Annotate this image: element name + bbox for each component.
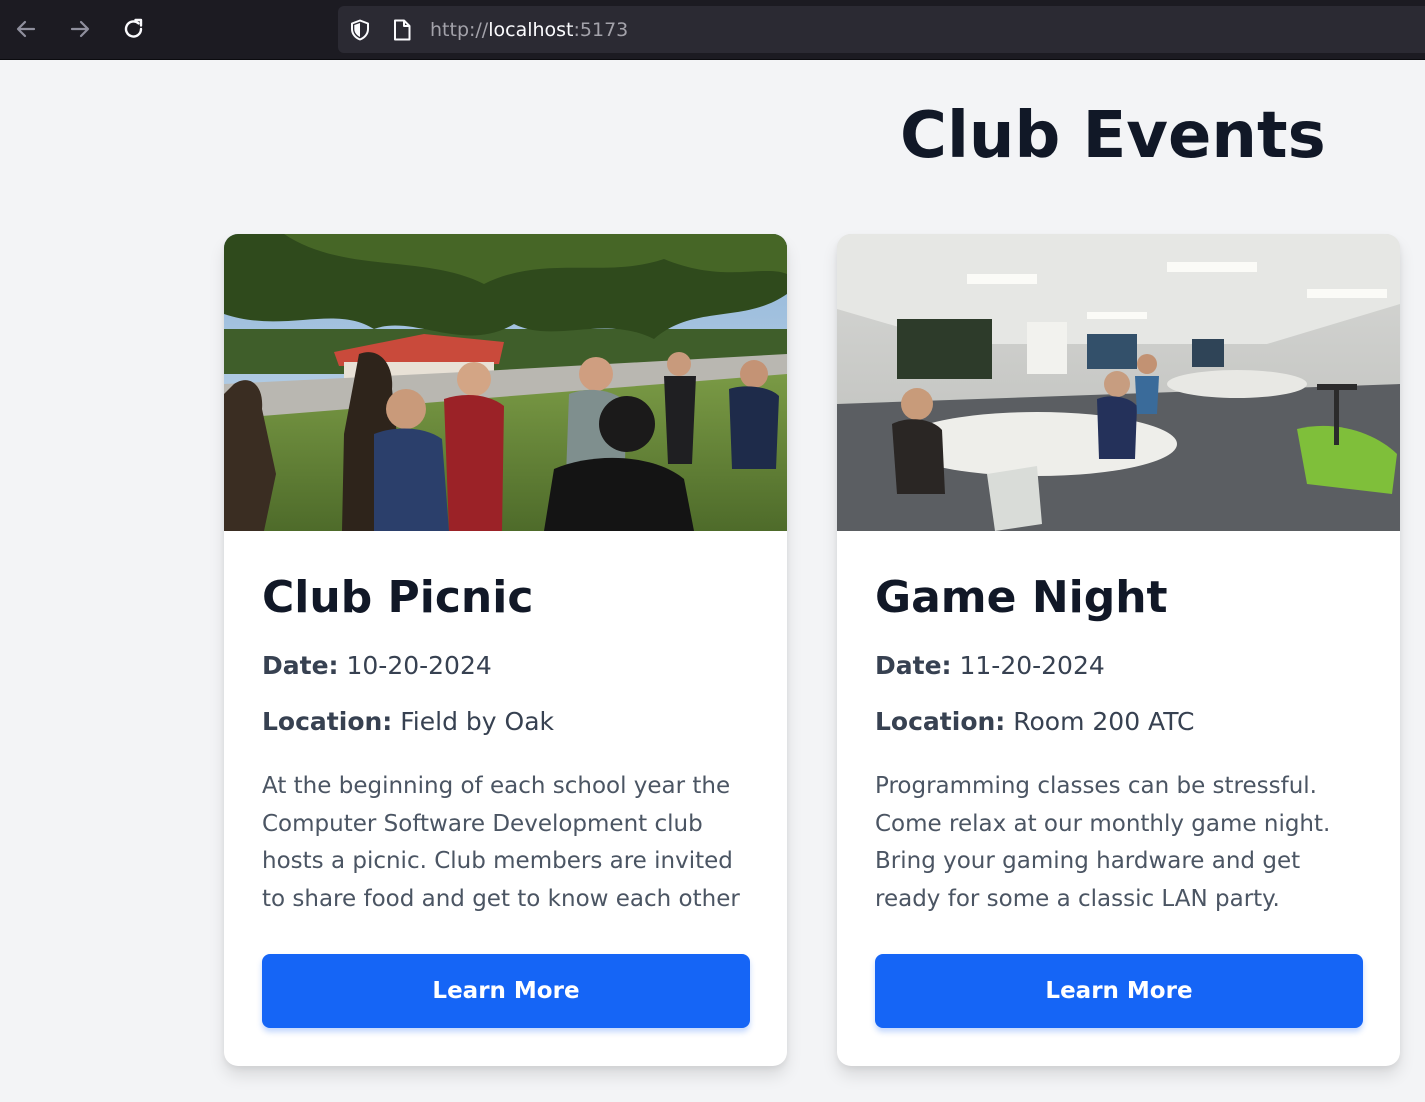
reload-icon[interactable] xyxy=(118,12,150,46)
date-value: 10-20-2024 xyxy=(346,651,492,680)
event-card: Club Picnic Date: 10-20-2024 Location: F… xyxy=(224,234,787,1066)
event-date: Date: 11-20-2024 xyxy=(875,649,1105,683)
date-label: Date: xyxy=(262,651,339,680)
forward-arrow-icon[interactable] xyxy=(64,12,96,46)
event-title: Game Night xyxy=(875,572,1168,623)
learn-more-button[interactable]: Learn More xyxy=(875,954,1363,1028)
browser-toolbar: http://localhost:5173 xyxy=(0,0,1425,60)
event-location: Location: Field by Oak xyxy=(262,705,554,739)
event-photo-game-night xyxy=(837,234,1400,531)
address-bar[interactable]: http://localhost:5173 xyxy=(338,6,1425,53)
date-value: 11-20-2024 xyxy=(959,651,1105,680)
location-value: Field by Oak xyxy=(400,707,554,736)
page-info-icon[interactable] xyxy=(391,18,413,42)
location-label: Location: xyxy=(875,707,1006,736)
location-value: Room 200 ATC xyxy=(1013,707,1195,736)
event-description: Programming classes can be stressful. Co… xyxy=(875,773,1331,912)
event-title: Club Picnic xyxy=(262,572,534,623)
learn-more-button[interactable]: Learn More xyxy=(262,954,750,1028)
event-photo-picnic xyxy=(224,234,787,531)
event-card: Game Night Date: 11-20-2024 Location: Ro… xyxy=(837,234,1400,1066)
url-host: localhost xyxy=(488,19,574,41)
back-arrow-icon[interactable] xyxy=(10,12,42,46)
url-text[interactable]: http://localhost:5173 xyxy=(430,18,628,42)
url-scheme: http:// xyxy=(430,19,489,41)
location-label: Location: xyxy=(262,707,393,736)
tracking-shield-icon[interactable] xyxy=(348,18,372,42)
event-location: Location: Room 200 ATC xyxy=(875,705,1194,739)
event-date: Date: 10-20-2024 xyxy=(262,649,492,683)
page-title: Club Events xyxy=(900,99,1326,173)
event-description: At the beginning of each school year the… xyxy=(262,773,740,912)
url-port: :5173 xyxy=(573,19,629,41)
date-label: Date: xyxy=(875,651,952,680)
